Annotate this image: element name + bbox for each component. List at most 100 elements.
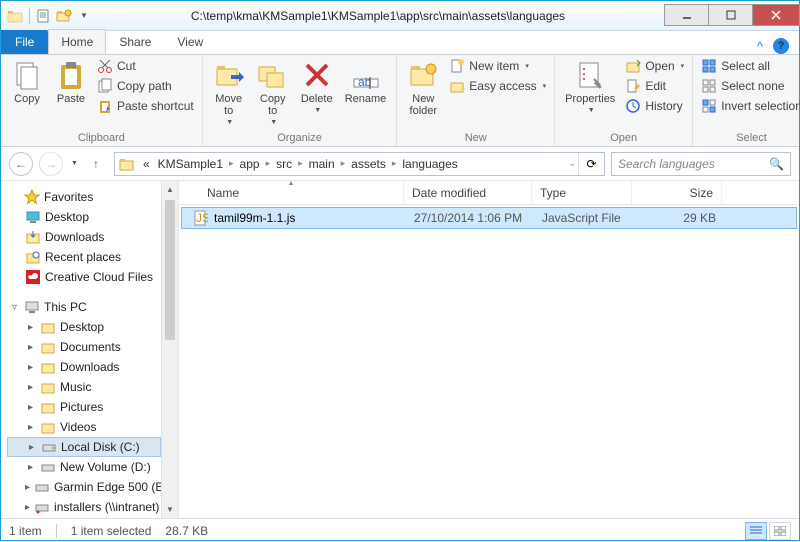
open-button[interactable]: Open▾: [623, 57, 686, 75]
search-input[interactable]: Search languages 🔍: [611, 152, 791, 176]
tree-item[interactable]: ▸installers (\\intranet) (I: [7, 497, 161, 517]
column-size[interactable]: Size: [632, 181, 722, 204]
forward-button[interactable]: →: [39, 152, 63, 176]
tree-item[interactable]: ▸Documents: [7, 337, 161, 357]
open-icon: [625, 58, 641, 74]
back-button[interactable]: ←: [9, 152, 33, 176]
scroll-down-button[interactable]: ▼: [162, 501, 178, 518]
tree-item[interactable]: Creative Cloud Files: [7, 267, 161, 287]
scroll-thumb[interactable]: [165, 200, 175, 340]
search-icon: 🔍: [769, 157, 784, 171]
up-button[interactable]: ↑: [84, 152, 108, 176]
folder-icon: [7, 9, 23, 23]
delete-icon: [301, 59, 333, 91]
maximize-button[interactable]: [708, 4, 753, 26]
new-item-icon: [449, 58, 465, 74]
select-all-button[interactable]: Select all: [699, 57, 800, 75]
paste-shortcut-button[interactable]: Paste shortcut: [95, 97, 196, 115]
breadcrumb-seg[interactable]: KMSample1: [154, 157, 227, 171]
move-to-button[interactable]: Move to▼: [209, 57, 249, 128]
history-dropdown[interactable]: ▼: [71, 160, 78, 167]
desktop-icon: [25, 209, 41, 225]
breadcrumb-seg[interactable]: main: [305, 157, 339, 171]
column-type[interactable]: Type: [532, 181, 632, 204]
breadcrumb-seg[interactable]: src: [272, 157, 296, 171]
copy-path-icon: [97, 78, 113, 94]
close-button[interactable]: [752, 4, 800, 26]
titlebar: ▼ C:\temp\kma\KMSample1\KMSample1\app\sr…: [1, 1, 799, 31]
sidebar-scrollbar[interactable]: ▲ ▼: [161, 181, 178, 518]
edit-icon: [625, 78, 641, 94]
tree-item[interactable]: ▸Pictures: [7, 397, 161, 417]
cut-icon: [97, 58, 113, 74]
easy-access-icon: [449, 78, 465, 94]
tree-item[interactable]: ▸Desktop: [7, 317, 161, 337]
file-row[interactable]: JStamil99m-1.1.js 27/10/2014 1:06 PM Jav…: [181, 207, 797, 229]
minimize-button[interactable]: [664, 4, 709, 26]
tree-item-local-disk[interactable]: ▸Local Disk (C:): [7, 437, 161, 457]
separator: [29, 8, 30, 24]
ribbon-collapse-icon[interactable]: ^: [757, 39, 763, 54]
breadcrumb-seg[interactable]: app: [236, 157, 264, 171]
address-dropdown[interactable]: ⌄: [566, 158, 578, 169]
tree-item[interactable]: ▸data (\\fred) (S:): [7, 517, 161, 518]
edit-button[interactable]: Edit: [623, 77, 686, 95]
history-icon: [625, 98, 641, 114]
drive-icon: [34, 479, 50, 495]
tree-this-pc[interactable]: ▿This PC: [7, 297, 161, 317]
scroll-up-button[interactable]: ▲: [162, 181, 178, 198]
select-all-icon: [701, 58, 717, 74]
tab-file[interactable]: File: [1, 30, 48, 54]
tree-item[interactable]: Desktop: [7, 207, 161, 227]
cut-button[interactable]: Cut: [95, 57, 196, 75]
tab-view[interactable]: View: [164, 29, 216, 54]
tree-item[interactable]: ▸Garmin Edge 500 (E:): [7, 477, 161, 497]
properties-icon[interactable]: [36, 9, 52, 23]
file-list-pane: Name Date modified Type Size JStamil99m-…: [179, 181, 799, 518]
invert-selection-button[interactable]: Invert selection: [699, 97, 800, 115]
breadcrumb-overflow[interactable]: «: [139, 157, 154, 171]
copy-button[interactable]: Copy: [7, 57, 47, 107]
column-name[interactable]: Name: [179, 181, 404, 204]
tree-item[interactable]: ▸Music: [7, 377, 161, 397]
folder-icon: [40, 319, 56, 335]
new-item-button[interactable]: New item▾: [447, 57, 548, 75]
status-selected-count: 1 item selected: [71, 524, 152, 538]
tree-item[interactable]: ▸Downloads: [7, 357, 161, 377]
delete-button[interactable]: Delete▼: [297, 57, 337, 116]
tree-item[interactable]: Recent places: [7, 247, 161, 267]
tab-home[interactable]: Home: [48, 29, 106, 54]
new-folder-button[interactable]: New folder: [403, 57, 443, 119]
properties-button[interactable]: Properties▼: [561, 57, 619, 116]
ribbon-group-open: Properties▼ Open▾ Edit History Open: [555, 55, 693, 146]
help-icon[interactable]: ?: [773, 38, 789, 54]
ribbon-group-new: New folder New item▾ Easy access▾ New: [397, 55, 555, 146]
paste-button[interactable]: Paste: [51, 57, 91, 107]
tree-item[interactable]: ▸Videos: [7, 417, 161, 437]
history-button[interactable]: History: [623, 97, 686, 115]
tree-item[interactable]: Downloads: [7, 227, 161, 247]
breadcrumb-seg[interactable]: assets: [347, 157, 390, 171]
easy-access-button[interactable]: Easy access▾: [447, 77, 548, 95]
column-date[interactable]: Date modified: [404, 181, 532, 204]
qat-dropdown[interactable]: ▼: [76, 11, 92, 20]
window-title: C:\temp\kma\KMSample1\KMSample1\app\src\…: [92, 9, 664, 23]
copy-to-button[interactable]: Copy to▼: [253, 57, 293, 128]
breadcrumb-seg[interactable]: languages: [398, 157, 461, 171]
search-placeholder: Search languages: [618, 157, 715, 171]
new-folder-icon[interactable]: [56, 9, 72, 23]
status-selected-size: 28.7 KB: [165, 524, 208, 538]
refresh-button[interactable]: ⟳: [578, 153, 604, 175]
thumbnails-view-button[interactable]: [769, 522, 791, 540]
address-bar[interactable]: « KMSample1▸ app▸ src▸ main▸ assets▸ lan…: [114, 152, 605, 176]
tab-share[interactable]: Share: [106, 29, 164, 54]
details-view-button[interactable]: [745, 522, 767, 540]
copy-path-button[interactable]: Copy path: [95, 77, 196, 95]
tree-favorites[interactable]: Favorites: [7, 187, 161, 207]
tree-item[interactable]: ▸New Volume (D:): [7, 457, 161, 477]
rename-button[interactable]: abRename: [341, 57, 391, 107]
select-none-button[interactable]: Select none: [699, 77, 800, 95]
downloads-icon: [25, 229, 41, 245]
rename-icon: ab: [350, 59, 382, 91]
copy-icon: [11, 59, 43, 91]
